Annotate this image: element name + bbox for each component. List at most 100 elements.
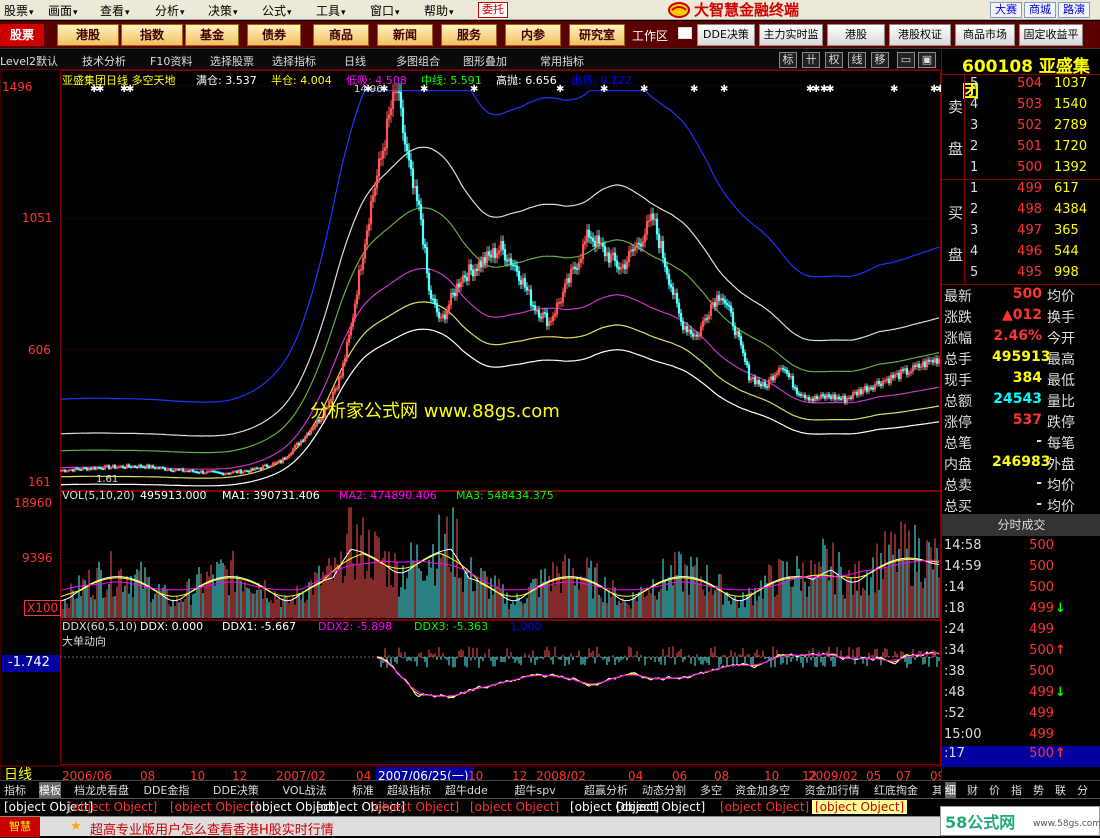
buy-row[interactable]: 1 499 617	[942, 181, 1100, 202]
toolbar-commodity[interactable]: 商品	[313, 24, 369, 46]
toolbar-news[interactable]: 新闻	[377, 24, 433, 46]
sell-row[interactable]: 2 501 1720	[942, 139, 1100, 160]
tick-row: 15:00 499	[942, 727, 1100, 748]
panel-tab[interactable]: 价	[989, 782, 1000, 798]
toolbar-bond[interactable]: 债券	[247, 24, 301, 46]
subbar-level2[interactable]: Level2默认	[0, 53, 58, 69]
indicator-tab[interactable]: 超牛dde	[445, 782, 488, 798]
subbar-f10[interactable]: F10资料	[150, 53, 192, 69]
sell-row[interactable]: 5 504 1037	[942, 76, 1100, 97]
entrust-button[interactable]: 委托	[478, 2, 508, 18]
menu-analysis[interactable]: 分析	[155, 2, 185, 19]
candle-body	[727, 304, 731, 307]
buy-row[interactable]: 4 496 544	[942, 244, 1100, 265]
menu-window[interactable]: 窗口	[370, 2, 400, 19]
subbar-line-btn[interactable]: 线	[848, 52, 866, 68]
ticker-text[interactable]: 超高专业版用户怎么查看香港H股实时行情	[90, 819, 334, 838]
subbar-grid-btn[interactable]: 卄	[802, 52, 820, 68]
subbar-select-stock[interactable]: 选择股票	[210, 53, 254, 69]
subbar-common-indicators[interactable]: 常用指标	[540, 53, 584, 69]
indicator-tab[interactable]: 动态分割	[642, 782, 686, 798]
subbar-restore-btn[interactable]: ▭	[897, 52, 915, 68]
menu-stock[interactable]: 股票	[4, 2, 34, 19]
quote-label-2: 均价	[1047, 478, 1075, 494]
toolbar-fund[interactable]: 基金	[185, 24, 239, 46]
ticks-title[interactable]: 分时成交	[942, 514, 1100, 536]
toolbar-stock-button[interactable]: 股票	[0, 24, 44, 46]
candle-body	[419, 204, 423, 220]
panel-tab[interactable]: 分	[1077, 782, 1088, 798]
subbar-move-btn[interactable]: 移	[871, 52, 889, 68]
toolbar-service[interactable]: 服务	[441, 24, 497, 46]
indicator-tab[interactable]: 红底掏金	[874, 782, 918, 798]
toolbar-hk-warrant[interactable]: 港股权证	[889, 24, 951, 46]
mail-icon[interactable]	[678, 27, 692, 39]
toolbar-hk[interactable]: 港股	[827, 24, 885, 46]
sell-row[interactable]: 3 502 2789	[942, 118, 1100, 139]
panel-tab[interactable]: 联	[1055, 782, 1066, 798]
toolbar-index[interactable]: 指数	[121, 24, 183, 46]
indicator-tab[interactable]: 标准	[352, 782, 374, 798]
subbar-daily[interactable]: 日线	[344, 53, 366, 69]
toolbar-insider[interactable]: 内参	[505, 24, 561, 46]
chart-canvas[interactable]: 2006/06 08 10 12 2007/02 04 2007/06/25(一) 10 12 2…	[0, 70, 941, 788]
tick-time: 14:58	[944, 538, 982, 553]
indicator-tab[interactable]: 资金加多空	[735, 782, 790, 798]
indicator-tab[interactable]: 指标	[4, 782, 26, 798]
candle-body	[211, 470, 215, 473]
panel-tab[interactable]: 指	[1011, 782, 1022, 798]
buy-row[interactable]: 3 497 365	[942, 223, 1100, 244]
price-ytick-4: 161	[28, 475, 51, 489]
subbar-multichart[interactable]: 多图组合	[396, 53, 440, 69]
roadshow-button[interactable]: 路演	[1058, 2, 1090, 18]
indicator-tab[interactable]: 超级指标	[387, 782, 431, 798]
subbar-tech[interactable]: 技术分析	[82, 53, 126, 69]
indicator-tab[interactable]: VOL战法	[283, 782, 327, 798]
sell-volume: 1392	[1054, 160, 1088, 175]
candle-body	[245, 470, 249, 473]
contest-button[interactable]: 大赛	[990, 2, 1022, 18]
indicator-tab[interactable]: 超赢分析	[584, 782, 628, 798]
subbar-mark-btn[interactable]: 标	[779, 52, 797, 68]
menu-view[interactable]: 画面	[48, 2, 78, 19]
quote-value: 24543	[993, 391, 1042, 407]
menu-formula[interactable]: 公式	[262, 2, 292, 19]
indicator-tab[interactable]: 档龙虎看盘	[74, 782, 129, 798]
subbar-rights-btn[interactable]: 权	[825, 52, 843, 68]
toolbar-main-monitor[interactable]: 主力实时监	[759, 24, 823, 46]
candle-body	[651, 213, 655, 220]
indicator-tab[interactable]: 多空	[700, 782, 722, 798]
toolbar-hkstock[interactable]: 港股	[57, 24, 119, 46]
panel-tab[interactable]: 势	[1033, 782, 1044, 798]
subbar-select-indicator[interactable]: 选择指标	[272, 53, 316, 69]
sell-row[interactable]: 1 500 1392	[942, 160, 1100, 181]
menu-look[interactable]: 查看	[100, 2, 130, 19]
indicator-tab[interactable]: DDE决策	[213, 782, 259, 798]
menu-decision[interactable]: 决策	[208, 2, 238, 19]
subbar-max-btn[interactable]: ▣	[918, 52, 936, 68]
candle-body	[523, 278, 527, 288]
subbar-overlay[interactable]: 图形叠加	[463, 53, 507, 69]
indicator-tab[interactable]: 超牛spv	[515, 782, 556, 798]
panel-tab[interactable]: 财	[967, 782, 978, 798]
indicator-tab[interactable]: 资金加行情	[805, 782, 860, 798]
buy-row[interactable]: 5 495 998	[942, 265, 1100, 286]
indicator-tab[interactable]: DDE金指	[144, 782, 190, 798]
toolbar-dde-decision[interactable]: DDE决策	[697, 24, 755, 46]
quote-row: 总卖 - 均价	[942, 475, 1100, 496]
mall-button[interactable]: 商城	[1024, 2, 1056, 18]
buy-price: 497	[1017, 223, 1042, 238]
indicator-tab[interactable]: 模板	[39, 782, 61, 798]
toolbar-research[interactable]: 研究室	[569, 24, 625, 46]
menu-tools[interactable]: 工具	[316, 2, 346, 19]
sell-level: 2	[970, 139, 979, 154]
toolbar-commodity-market[interactable]: 商品市场	[955, 24, 1015, 46]
toolbar-fixed-income[interactable]: 固定收益平	[1019, 24, 1083, 46]
candle-body	[589, 236, 593, 239]
panel-tab[interactable]: 细	[945, 782, 956, 798]
sell-row[interactable]: 4 503 1540	[942, 97, 1100, 118]
candle-body	[839, 398, 843, 400]
buy-row[interactable]: 2 498 4384	[942, 202, 1100, 223]
quote-row: 涨幅 2.46% 今开	[942, 328, 1100, 349]
menu-help[interactable]: 帮助	[424, 2, 454, 19]
